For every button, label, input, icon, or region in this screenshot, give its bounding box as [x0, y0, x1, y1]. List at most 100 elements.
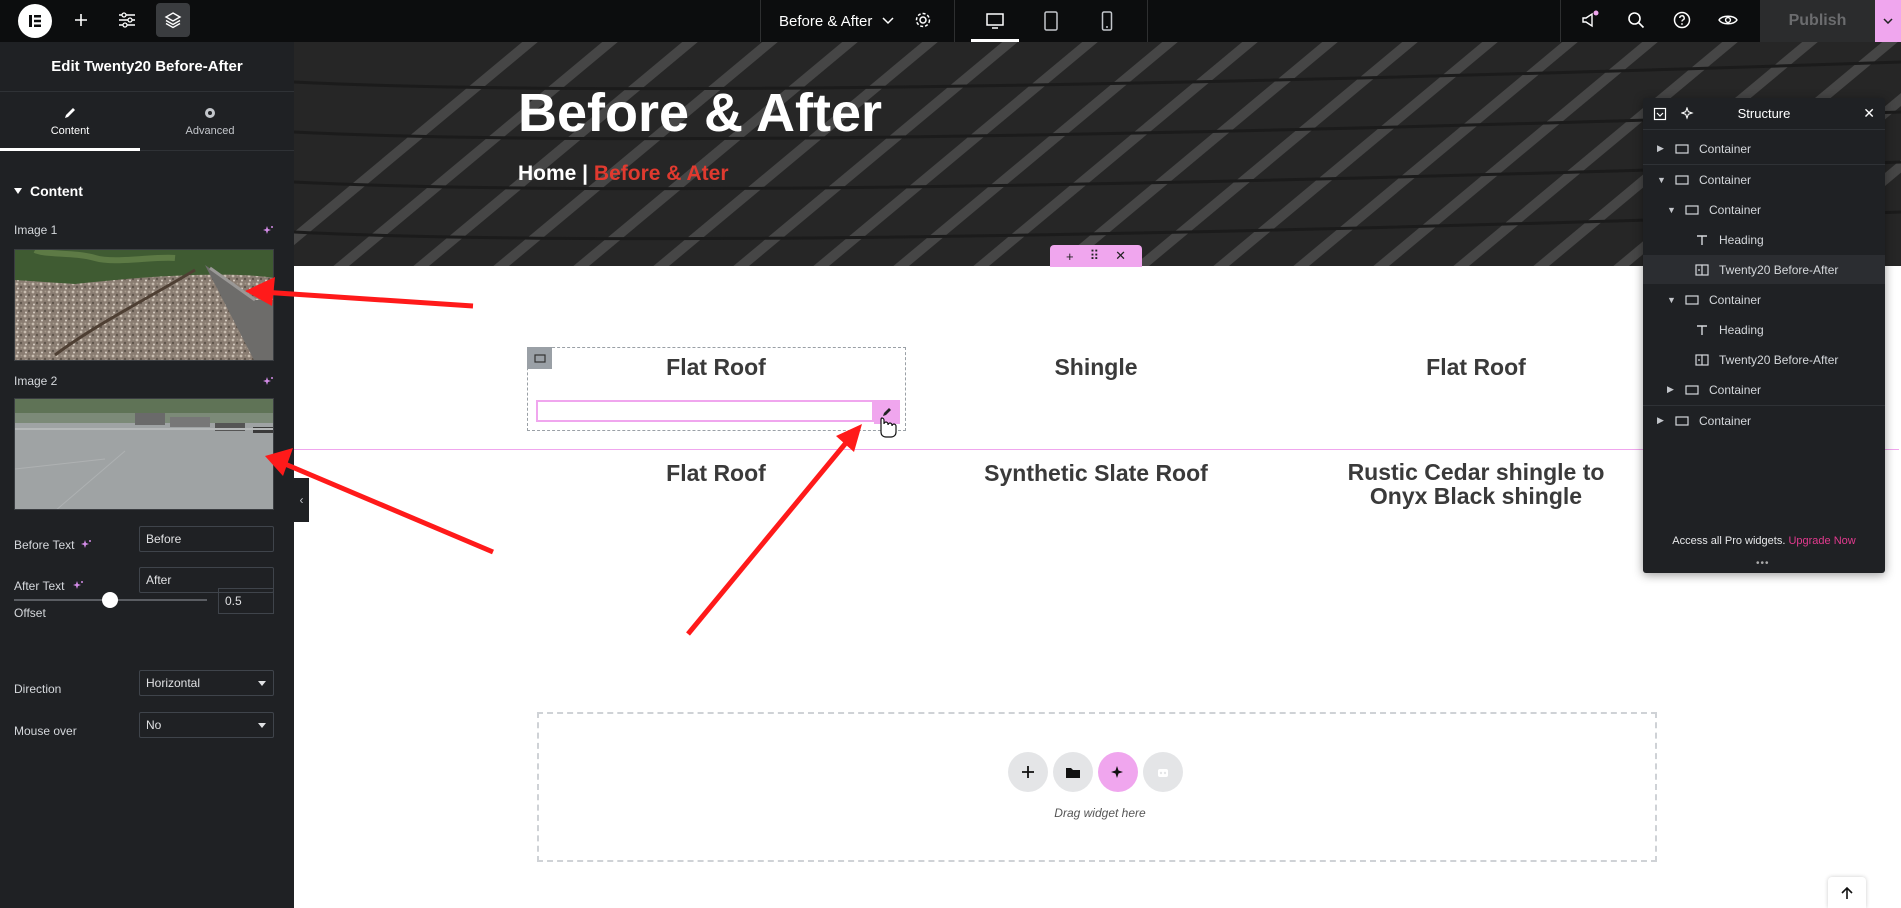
- structure-layers-icon[interactable]: [156, 3, 190, 37]
- notifications-megaphone-icon[interactable]: [1573, 3, 1607, 37]
- collapse-panel-chevron-icon[interactable]: ‹: [294, 478, 309, 522]
- offset-number-input[interactable]: 0.5: [218, 588, 274, 614]
- site-settings-icon[interactable]: [110, 3, 144, 37]
- elementor-logo-icon[interactable]: [18, 4, 52, 38]
- ai-sparkle-icon[interactable]: [1098, 752, 1138, 792]
- heading-row1-col3[interactable]: Flat Roof: [1326, 354, 1626, 381]
- edit-widget-pencil-icon[interactable]: [874, 400, 900, 424]
- drag-handle-icon[interactable]: ⠿: [1090, 248, 1100, 264]
- resize-grip-icon[interactable]: •••: [1756, 558, 1770, 569]
- page-title: Before & After: [518, 83, 883, 143]
- structure-item-twenty20[interactable]: Twenty20 Before-After: [1643, 345, 1885, 374]
- add-widget-plus-icon[interactable]: [1008, 752, 1048, 792]
- structure-item-twenty20[interactable]: Twenty20 Before-After: [1643, 255, 1885, 284]
- right-tools: [1560, 0, 1760, 42]
- mobile-icon[interactable]: [1079, 0, 1135, 42]
- chevron-right-icon[interactable]: ▶: [1657, 415, 1667, 426]
- direction-select[interactable]: Horizontal: [139, 670, 274, 696]
- delete-section-icon[interactable]: ✕: [1115, 248, 1126, 264]
- structure-item-heading[interactable]: Heading: [1643, 225, 1885, 254]
- structure-panel: Structure ✕ ▶ Container ▼ Container ▼ Co…: [1643, 98, 1885, 573]
- caret-down-icon: [14, 188, 22, 194]
- device-switcher: [955, 0, 1148, 42]
- close-icon[interactable]: ✕: [1863, 105, 1875, 122]
- heading-row2-col3[interactable]: Rustic Cedar shingle to Onyx Black shing…: [1316, 460, 1636, 508]
- structure-item-container[interactable]: ▶ Container: [1643, 134, 1885, 163]
- image1-label: Image 1: [14, 223, 58, 237]
- help-icon[interactable]: [1665, 3, 1699, 37]
- heading-row2-col2[interactable]: Synthetic Slate Roof: [946, 460, 1246, 487]
- tab-content-label: Content: [50, 124, 90, 137]
- mouse-over-select[interactable]: No: [139, 712, 274, 738]
- offset-slider-handle[interactable]: [102, 592, 118, 608]
- kit-library-icon[interactable]: [1143, 752, 1183, 792]
- search-icon[interactable]: [1619, 3, 1653, 37]
- caret-down-icon: [258, 723, 266, 728]
- container-icon: [1685, 384, 1699, 395]
- pro-upsell: Access all Pro widgets. Upgrade Now: [1643, 535, 1885, 547]
- heading-row1-col2[interactable]: Shingle: [946, 354, 1246, 381]
- breadcrumb-home[interactable]: Home |: [518, 162, 588, 185]
- tab-content[interactable]: Content: [0, 92, 140, 151]
- pencil-icon: [65, 107, 75, 118]
- structure-item-container[interactable]: ▼ Container: [1643, 285, 1885, 314]
- ai-sparkle-icon[interactable]: [1681, 107, 1695, 121]
- twenty20-widget-placeholder[interactable]: [536, 400, 874, 422]
- content-section-toggle[interactable]: Content: [14, 183, 83, 199]
- page-settings-gear-icon[interactable]: [906, 3, 940, 37]
- structure-item-container[interactable]: ▶ Container: [1643, 375, 1885, 404]
- drop-zone[interactable]: [537, 712, 1657, 862]
- add-section-icon[interactable]: +: [1066, 249, 1074, 264]
- image1-preview[interactable]: [14, 249, 274, 361]
- heading-row2-col1[interactable]: Flat Roof: [566, 460, 866, 487]
- container-icon: [1675, 174, 1689, 185]
- pro-upsell-text: Access all Pro widgets.: [1672, 535, 1786, 547]
- structure-item-heading[interactable]: Heading: [1643, 315, 1885, 344]
- chevron-down-icon[interactable]: ▼: [1667, 205, 1677, 215]
- template-folder-icon[interactable]: [1053, 752, 1093, 792]
- structure-item-label: Heading: [1719, 322, 1764, 337]
- upgrade-now-link[interactable]: Upgrade Now: [1788, 535, 1855, 547]
- structure-item-label: Twenty20 Before-After: [1719, 262, 1839, 277]
- container-handle-icon[interactable]: [527, 347, 552, 369]
- heading-t-icon: [1695, 234, 1709, 245]
- scroll-to-top-arrow-icon[interactable]: [1828, 877, 1866, 908]
- after-text-label: After Text: [14, 579, 65, 593]
- desktop-icon[interactable]: [967, 0, 1023, 42]
- collapse-all-icon[interactable]: [1653, 107, 1667, 121]
- caret-down-icon: [258, 681, 266, 686]
- mouse-over-value: No: [146, 718, 162, 732]
- before-text-input[interactable]: [139, 526, 274, 552]
- structure-title: Structure: [1737, 106, 1791, 121]
- structure-item-container[interactable]: ▼ Container: [1643, 165, 1885, 194]
- structure-item-label: Container: [1709, 292, 1762, 307]
- container-icon: [1675, 415, 1689, 426]
- publish-options-chevron-icon[interactable]: [1875, 0, 1901, 42]
- ai-sparkle-icon[interactable]: [262, 225, 274, 237]
- chevron-down-icon[interactable]: ▼: [1667, 295, 1677, 305]
- structure-item-container[interactable]: ▼ Container: [1643, 195, 1885, 224]
- breadcrumb: Home | Before & Ater: [518, 162, 729, 186]
- before-after-widget-icon: [1695, 263, 1709, 276]
- structure-header: Structure ✕: [1643, 98, 1885, 130]
- breadcrumb-current: Before & Ater: [593, 162, 729, 185]
- drop-zone-hint: Drag widget here: [1054, 806, 1146, 820]
- ai-sparkle-icon[interactable]: [80, 539, 92, 551]
- structure-item-label: Container: [1699, 413, 1752, 428]
- gear-icon: [205, 107, 215, 118]
- add-element-icon[interactable]: [64, 3, 98, 37]
- chevron-down-icon[interactable]: ▼: [1657, 175, 1667, 185]
- tab-advanced[interactable]: Advanced: [140, 92, 280, 150]
- page-name: Before & After: [779, 12, 873, 30]
- panel-title: Edit Twenty20 Before-After: [0, 42, 294, 92]
- chevron-right-icon[interactable]: ▶: [1657, 143, 1667, 154]
- tablet-icon[interactable]: [1023, 0, 1079, 42]
- ai-sparkle-icon[interactable]: [262, 376, 274, 388]
- mouse-over-label: Mouse over: [14, 724, 77, 738]
- preview-eye-icon[interactable]: [1711, 3, 1745, 37]
- image2-preview[interactable]: [14, 398, 274, 510]
- chevron-right-icon[interactable]: ▶: [1667, 384, 1677, 395]
- publish-button[interactable]: Publish: [1760, 0, 1875, 42]
- ai-sparkle-icon[interactable]: [72, 580, 84, 592]
- structure-item-container[interactable]: ▶ Container: [1643, 406, 1885, 435]
